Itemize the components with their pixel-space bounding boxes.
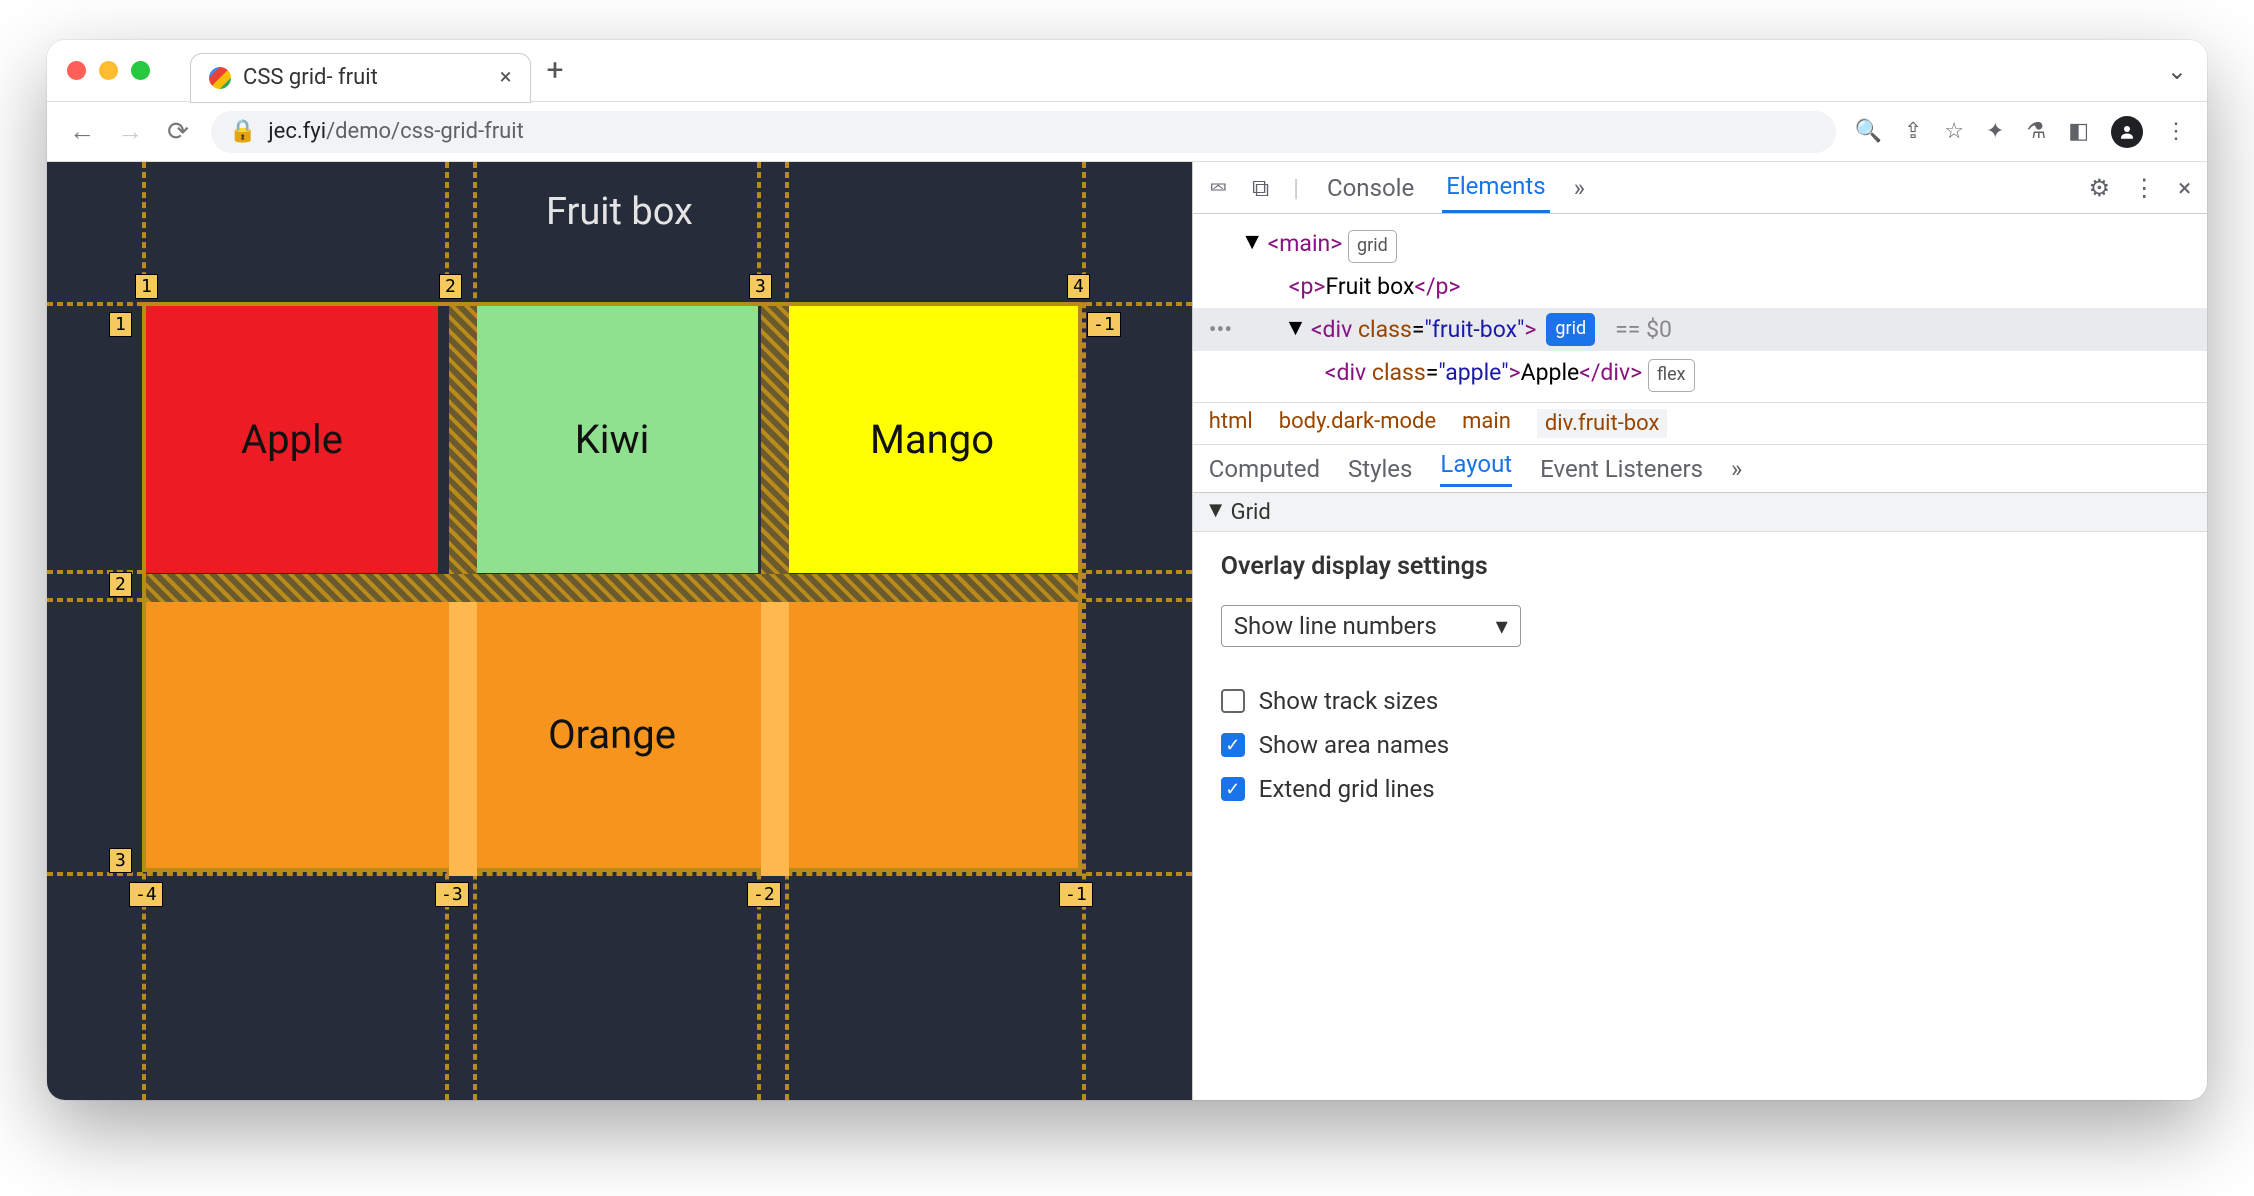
tab-styles[interactable]: Styles [1348,455,1412,483]
crumb-fruit-box[interactable]: div.fruit-box [1537,409,1668,438]
tabs-menu-icon[interactable]: ⌄ [2167,57,2187,85]
inspect-icon[interactable]: ⮹ [1209,174,1228,202]
back-button[interactable]: ← [67,116,97,147]
panel-icon[interactable]: ◧ [2068,119,2089,144]
cell-apple: Apple [146,306,438,573]
checkbox-track-sizes[interactable]: Show track sizes [1221,687,2179,715]
line-label: -3 [435,882,469,907]
page-viewport: Fruit box Apple Kiwi Mango Orange [47,162,1192,1100]
cell-orange: Orange [146,601,1078,868]
line-label: -1 [1059,882,1093,907]
fruit-box-grid: Apple Kiwi Mango Orange [142,302,1082,872]
chevron-down-icon: ▾ [1496,612,1508,640]
grid-gap-overlay [449,306,477,574]
menu-icon[interactable]: ⋮ [2165,119,2187,144]
extensions-icon[interactable]: ✦ [1986,119,2004,144]
grid-gap-overlay [146,574,1078,602]
crumb-main[interactable]: main [1462,409,1511,438]
checkbox-icon: ✓ [1221,777,1245,801]
grid-line-extended [47,872,1192,876]
line-label: -2 [747,882,781,907]
tab-computed[interactable]: Computed [1209,455,1320,483]
checkbox-icon: ✓ [1221,733,1245,757]
share-icon[interactable]: ⇪ [1904,119,1922,144]
line-label: 1 [109,312,132,337]
checkbox-icon [1221,689,1245,713]
more-tabs-icon[interactable]: » [1574,174,1585,202]
dom-tree[interactable]: ▼<main> grid <p>Fruit box</p> ••• ▼<div … [1193,214,2207,402]
reload-button[interactable]: ⟳ [163,117,193,147]
bookmark-icon[interactable]: ☆ [1944,119,1964,144]
line-label: 3 [109,848,132,873]
address-bar: ← → ⟳ 🔒 jec.fyi/demo/css-grid-fruit 🔍 ⇪ … [47,102,2207,162]
line-numbers-select[interactable]: Show line numbers▾ [1221,605,1521,647]
crumb-html[interactable]: html [1209,409,1253,438]
grid-gap-overlay [449,602,477,876]
titlebar: CSS grid- fruit × + ⌄ [47,40,2207,102]
profile-avatar[interactable] [2111,116,2143,148]
cell-mango: Mango [786,306,1078,573]
tab-title: CSS grid- fruit [243,65,378,90]
lock-icon: 🔒 [229,119,256,144]
close-tab-icon[interactable]: × [500,65,512,90]
devtools-panel: ⮹ ⧉ | Console Elements » ⚙ ⋮ × ▼<main> g… [1192,162,2207,1100]
new-tab-button[interactable]: + [547,53,564,88]
omnibox[interactable]: 🔒 jec.fyi/demo/css-grid-fruit [211,111,1836,153]
toolbar-icons: 🔍 ⇪ ☆ ✦ ⚗ ◧ ⋮ [1854,116,2187,148]
grid-container[interactable]: Apple Kiwi Mango Orange [142,302,1082,872]
browser-window: CSS grid- fruit × + ⌄ ← → ⟳ 🔒 jec.fyi/de… [47,40,2207,1100]
overlay-title: Overlay display settings [1221,552,2179,581]
crumb-body[interactable]: body.dark-mode [1279,409,1436,438]
page-title: Fruit box [47,190,1192,234]
breadcrumb[interactable]: html body.dark-mode main div.fruit-box [1193,402,2207,445]
labs-icon[interactable]: ⚗ [2026,119,2046,144]
tab-layout[interactable]: Layout [1440,450,1512,487]
checkbox-extend-lines[interactable]: ✓ Extend grid lines [1221,775,2179,803]
browser-tab[interactable]: CSS grid- fruit × [190,53,531,103]
content-area: Fruit box Apple Kiwi Mango Orange [47,162,2207,1100]
grid-section-header[interactable]: ▼Grid [1193,493,2207,531]
tab-elements[interactable]: Elements [1442,162,1549,213]
close-devtools-icon[interactable]: × [2178,174,2191,202]
forward-button[interactable]: → [115,116,145,147]
line-label: 3 [749,274,772,299]
line-label: 2 [439,274,462,299]
line-label: -4 [129,882,163,907]
line-label: 4 [1067,274,1090,299]
kebab-icon[interactable]: ⋮ [2132,174,2156,202]
checkbox-area-names[interactable]: ✓ Show area names [1221,731,2179,759]
grid-gap-overlay [761,306,789,574]
devtools-tabbar: ⮹ ⧉ | Console Elements » ⚙ ⋮ × [1193,162,2207,214]
line-label: 2 [109,572,132,597]
gear-icon[interactable]: ⚙ [2089,174,2111,202]
styles-tabbar: Computed Styles Layout Event Listeners » [1193,445,2207,493]
tab-console[interactable]: Console [1323,164,1418,212]
zoom-icon[interactable]: 🔍 [1854,119,1881,144]
device-mode-icon[interactable]: ⧉ [1252,174,1269,202]
favicon-icon [209,67,231,89]
overlay-settings: Overlay display settings Show line numbe… [1193,532,2207,839]
grid-gap-overlay [761,602,789,876]
line-label: -1 [1087,312,1121,337]
maximize-window-button[interactable] [131,61,150,80]
tab-event-listeners[interactable]: Event Listeners [1540,455,1703,483]
selected-dom-node[interactable]: ••• ▼<div class="fruit-box"> grid == $0 [1193,308,2207,351]
cell-kiwi: Kiwi [466,306,758,573]
close-window-button[interactable] [67,61,86,80]
window-controls [67,61,150,80]
minimize-window-button[interactable] [99,61,118,80]
url-text: jec.fyi/demo/css-grid-fruit [268,119,523,144]
more-subtabs-icon[interactable]: » [1731,455,1742,483]
line-label: 1 [135,274,158,299]
